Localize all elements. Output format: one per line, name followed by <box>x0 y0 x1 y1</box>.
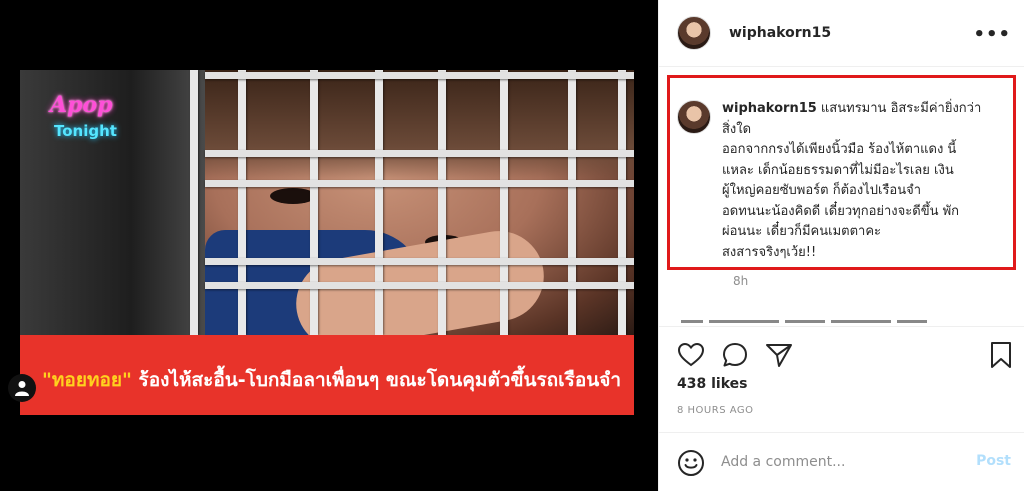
comment-time[interactable]: 8h <box>733 274 748 288</box>
post-header: wiphakorn15 ••• <box>659 0 1024 67</box>
likes-count[interactable]: 438 likes <box>677 376 747 392</box>
comment-avatar[interactable] <box>677 100 711 134</box>
post-media[interactable]: Apop Tonight "ทอยทอย" ร้องไห้สะอื้น-โบกม… <box>0 0 658 491</box>
comment-username[interactable]: wiphakorn15 <box>722 101 817 116</box>
comment-line: อดทนนะน้องคิดดี เดี๋ยวทุกอย่างจะดีขึ้น พ… <box>722 203 960 219</box>
more-options-icon[interactable]: ••• <box>973 24 1011 45</box>
post-sidebar: wiphakorn15 ••• wiphakorn15 แสนทรมาน อิส… <box>658 0 1024 491</box>
post-actions: 438 likes 8 HOURS AGO <box>659 326 1024 436</box>
logo-top-text: Apop <box>50 92 113 118</box>
news-caption-bar: "ทอยทอย" ร้องไห้สะอื้น-โบกมือลาเพื่อนๆ ข… <box>20 335 634 415</box>
comment-line: ออกจากกรงได้เพียงนิ้วมือ ร้องไห้ตาแดง นี… <box>722 142 957 157</box>
emoji-icon[interactable] <box>677 449 705 477</box>
video-frame[interactable]: Apop Tonight "ทอยทอย" ร้องไห้สะอื้น-โบกม… <box>20 70 634 415</box>
comment-line: แสนทรมาน อิสระมีค่ายิ่งกว่า <box>816 101 982 116</box>
caption-comment: wiphakorn15 แสนทรมาน อิสระมีค่ายิ่งกว่า … <box>722 99 1012 263</box>
comment-line: ผู้ใหญ่คอยซับพอร์ต ก็ต้องไปเรือนจำ <box>722 183 922 198</box>
caption-rest: ร้องไห้สะอื้น-โบกมือลาเพื่อนๆ ขณะโดนคุมต… <box>131 369 622 391</box>
share-icon[interactable] <box>765 341 793 369</box>
post-timestamp[interactable]: 8 HOURS AGO <box>677 405 754 416</box>
comment-line: สงสารจริงๆเว้ย!! <box>722 244 817 260</box>
comment-line: แหละ เด็กน้อยธรรมดาที่ไม่มีอะไรเลย เงิน <box>722 162 954 178</box>
person-icon[interactable] <box>8 374 36 402</box>
comment-line: สิ่งใด <box>722 121 752 137</box>
bookmark-icon[interactable] <box>987 341 1015 369</box>
comment-input[interactable] <box>721 450 971 474</box>
comment-icon[interactable] <box>721 341 749 369</box>
comment-line: ผ่อนนะ เดี๋ยวก็มีคนเมตตาคะ <box>722 224 882 239</box>
heart-icon[interactable] <box>677 341 705 369</box>
caption-highlight: "ทอยทอย" <box>42 369 132 391</box>
avatar[interactable] <box>677 16 711 50</box>
post-comment-button[interactable]: Post <box>976 453 1011 469</box>
add-comment-bar: Post <box>659 432 1024 491</box>
header-username[interactable]: wiphakorn15 <box>729 25 831 41</box>
logo-bottom-text: Tonight <box>54 122 117 140</box>
next-comment-preview <box>681 314 991 324</box>
apop-tonight-logo: Apop Tonight <box>42 92 132 148</box>
news-caption: "ทอยทอย" ร้องไห้สะอื้น-โบกมือลาเพื่อนๆ ข… <box>42 365 621 395</box>
